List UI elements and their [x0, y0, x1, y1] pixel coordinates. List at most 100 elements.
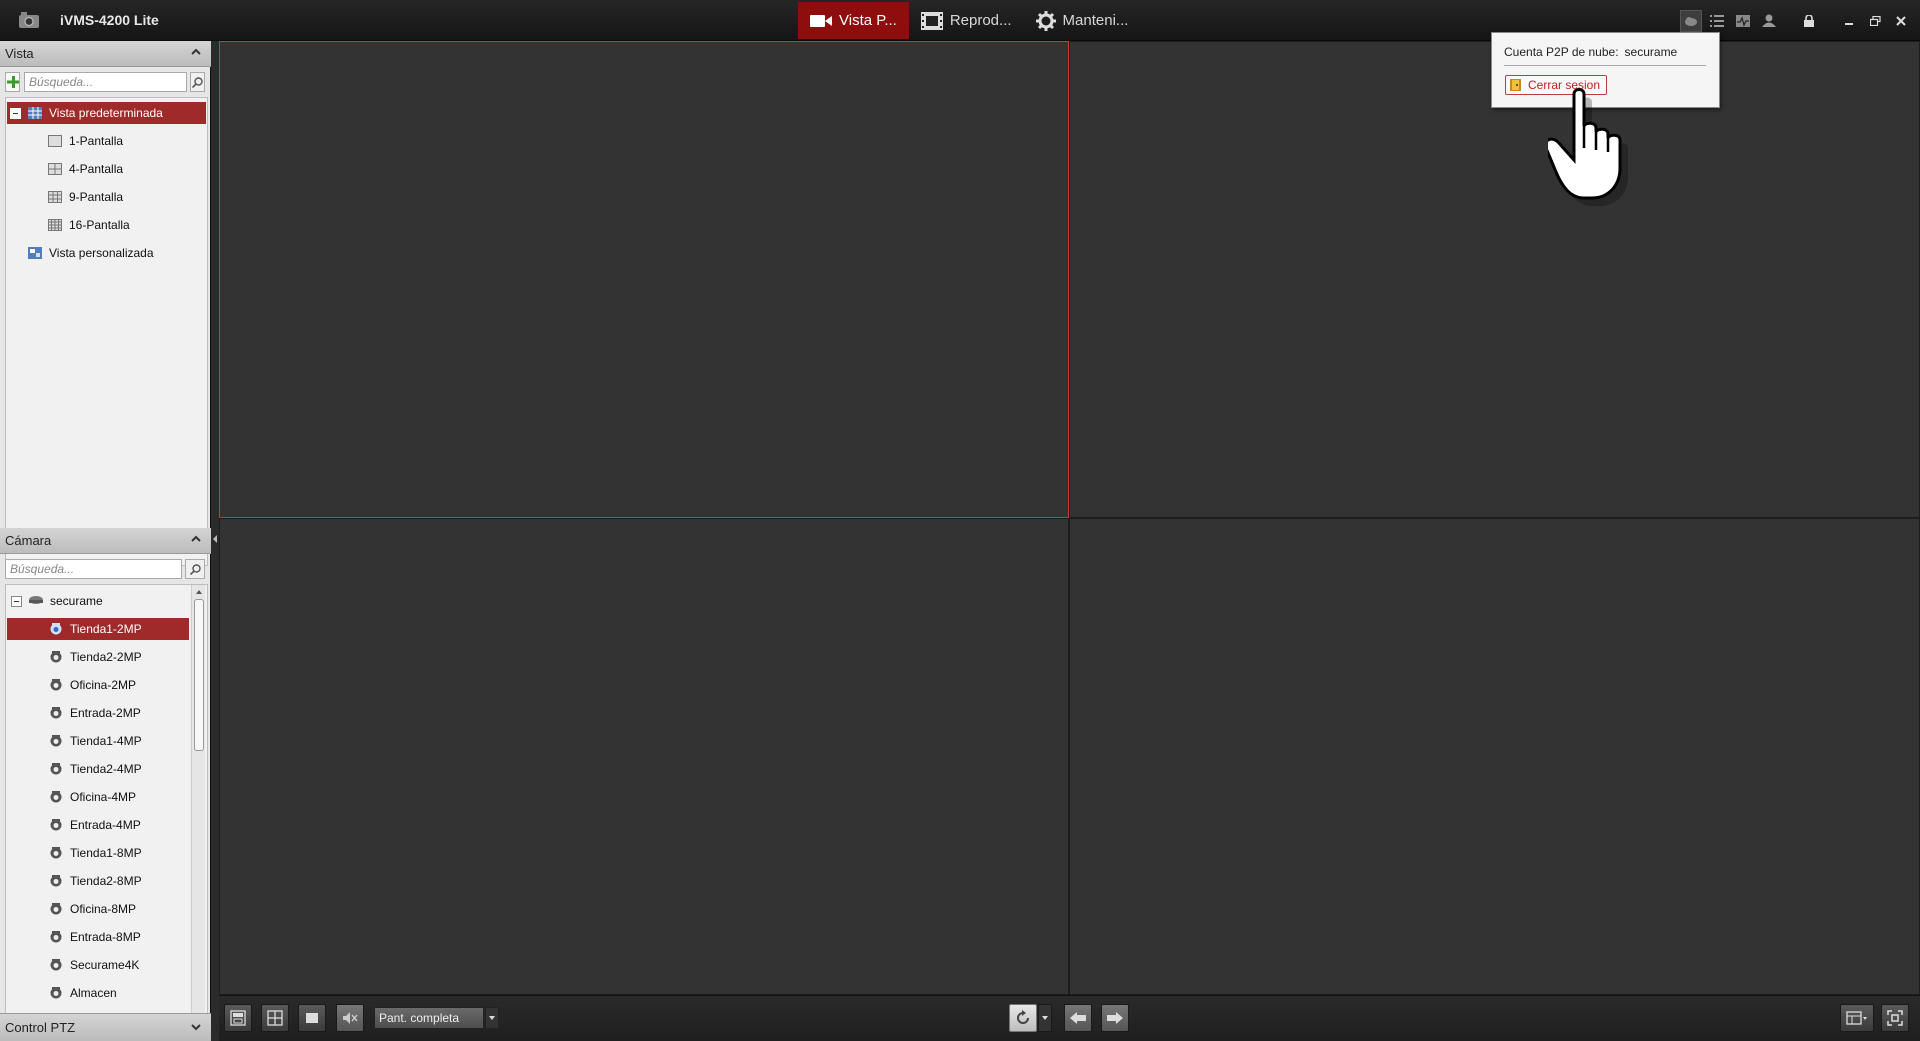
stop-all-button[interactable]: [298, 1004, 326, 1032]
camera-item[interactable]: Entrada-8MP: [49, 926, 141, 948]
popup-divider: [1504, 65, 1706, 66]
video-pane-3[interactable]: [219, 518, 1069, 995]
camera-panel-title: Cámara: [5, 533, 52, 548]
tree-item-16-pantalla[interactable]: 16-Pantalla: [48, 214, 130, 236]
camera-item[interactable]: Oficina-4MP: [49, 786, 136, 808]
refresh-icon: [1017, 1010, 1029, 1024]
camera-search-button[interactable]: [185, 559, 205, 579]
camera-item-label: Tienda2-8MP: [70, 874, 142, 888]
chevron-up-icon[interactable]: [191, 535, 201, 543]
camera-list-scrollbar[interactable]: [191, 585, 205, 1041]
chevron-down-icon: [489, 1016, 495, 1020]
tree-item-4-pantalla[interactable]: 4-Pantalla: [48, 158, 123, 180]
event-list-button[interactable]: [1704, 8, 1730, 34]
arrow-left-icon: [1070, 1012, 1086, 1024]
user-button[interactable]: [1756, 8, 1782, 34]
display-mode-select[interactable]: Pant. completa: [374, 1007, 484, 1029]
camera-icon: [50, 847, 62, 859]
camera-item[interactable]: Entrada-2MP: [49, 702, 141, 724]
camera-item[interactable]: Tienda1-8MP: [49, 842, 142, 864]
camera-item[interactable]: Tienda2-8MP: [49, 870, 142, 892]
save-view-button[interactable]: [224, 1004, 252, 1032]
tab-vista-principal[interactable]: Vista P...: [798, 2, 909, 39]
cloud-account-info: Cuenta P2P de nube: securame: [1504, 45, 1677, 59]
tree-item-vista-predeterminada[interactable]: Vista predeterminada: [7, 102, 206, 124]
auto-switch-button[interactable]: [1009, 1004, 1037, 1032]
tree-item-label: Vista personalizada: [49, 246, 154, 260]
scroll-up-arrow-icon[interactable]: [192, 587, 206, 597]
previous-page-button[interactable]: [1064, 1004, 1092, 1032]
chevron-up-icon[interactable]: [191, 48, 201, 56]
lock-button[interactable]: [1796, 8, 1822, 34]
add-view-button[interactable]: [5, 72, 20, 92]
display-mode-dropdown-button[interactable]: [485, 1007, 499, 1029]
tab-mantenimiento[interactable]: Manteni...: [1024, 2, 1141, 39]
window-division-button[interactable]: [261, 1004, 289, 1032]
vista-search-row: [5, 71, 205, 93]
scrollbar-thumb[interactable]: [194, 599, 204, 751]
tree-item-9-pantalla[interactable]: 9-Pantalla: [48, 186, 123, 208]
minimize-button[interactable]: [1836, 8, 1862, 34]
camera-search-input[interactable]: [5, 559, 182, 579]
vista-panel-header[interactable]: Vista: [0, 41, 211, 67]
tab-reproduccion[interactable]: Reprod...: [909, 2, 1024, 39]
camera-icon: [50, 819, 62, 831]
ptz-panel-header[interactable]: Control PTZ: [0, 1013, 211, 1041]
minimize-icon: [1845, 22, 1853, 25]
camera-item[interactable]: Almacen: [49, 982, 117, 1004]
collapse-toggle[interactable]: [10, 107, 21, 119]
tree-item-vista-personalizada[interactable]: Vista personalizada: [28, 242, 154, 264]
camera-item[interactable]: Entrada-4MP: [49, 814, 141, 836]
camera-item-label: Oficina-4MP: [70, 790, 137, 804]
tree-item-1-pantalla[interactable]: 1-Pantalla: [48, 130, 123, 152]
fullscreen-button[interactable]: [1881, 1004, 1909, 1032]
cloud-account-button[interactable]: [1680, 9, 1702, 32]
lock-icon: [1804, 14, 1814, 27]
auto-switch-dropdown[interactable]: [1038, 1004, 1052, 1032]
video-pane-4[interactable]: [1069, 518, 1920, 995]
mute-button[interactable]: [336, 1004, 364, 1032]
camera-search-row: [5, 558, 205, 580]
single-screen-icon: [48, 135, 62, 147]
camera-icon: [50, 763, 62, 775]
sidebar-collapse-handle[interactable]: [211, 531, 219, 547]
vista-search-input[interactable]: [24, 72, 187, 92]
tree-item-label: 9-Pantalla: [69, 190, 124, 204]
nine-screen-icon: [48, 191, 62, 203]
window-layout-button[interactable]: [1840, 1004, 1874, 1032]
camera-item[interactable]: Securame4K: [49, 954, 139, 976]
camera-item-label: Oficina-2MP: [70, 678, 137, 692]
health-status-button[interactable]: [1730, 8, 1756, 34]
film-icon: [920, 11, 943, 30]
chevron-down-icon[interactable]: [191, 1023, 201, 1031]
speaker-muted-icon: [343, 1012, 358, 1024]
layout-icon: [267, 1010, 283, 1026]
vista-search-button[interactable]: [190, 72, 205, 92]
camera-icon: [50, 623, 62, 635]
tree-root-label: securame: [50, 594, 103, 608]
collapse-toggle[interactable]: [11, 595, 22, 607]
main-nav: Vista P... Reprod... Manteni...: [798, 2, 1140, 39]
camera-item[interactable]: Oficina-2MP: [49, 674, 136, 696]
tab-label: Vista P...: [839, 12, 897, 29]
close-icon: [1896, 15, 1906, 26]
device-group-icon: [29, 596, 43, 604]
restore-button[interactable]: [1862, 8, 1888, 34]
gear-icon: [1035, 10, 1056, 31]
camera-item-label: Tienda1-4MP: [70, 734, 142, 748]
camera-item[interactable]: Tienda1-2MP: [7, 618, 189, 640]
camera-panel-header[interactable]: Cámara: [0, 528, 211, 554]
camera-item[interactable]: Tienda1-4MP: [49, 730, 142, 752]
quad-screen-icon: [48, 163, 62, 175]
camera-item[interactable]: Tienda2-2MP: [49, 646, 142, 668]
tree-item-label: Vista predeterminada: [49, 106, 163, 120]
tree-item-securame[interactable]: securame: [11, 590, 103, 612]
camera-item[interactable]: Oficina-8MP: [49, 898, 136, 920]
video-pane-2[interactable]: [1069, 41, 1920, 518]
next-page-button[interactable]: [1101, 1004, 1129, 1032]
camera-item[interactable]: Tienda2-4MP: [49, 758, 142, 780]
stop-icon: [306, 1013, 318, 1023]
video-pane-1[interactable]: [219, 41, 1069, 518]
close-button[interactable]: [1888, 8, 1914, 34]
camera-icon: [50, 903, 62, 915]
